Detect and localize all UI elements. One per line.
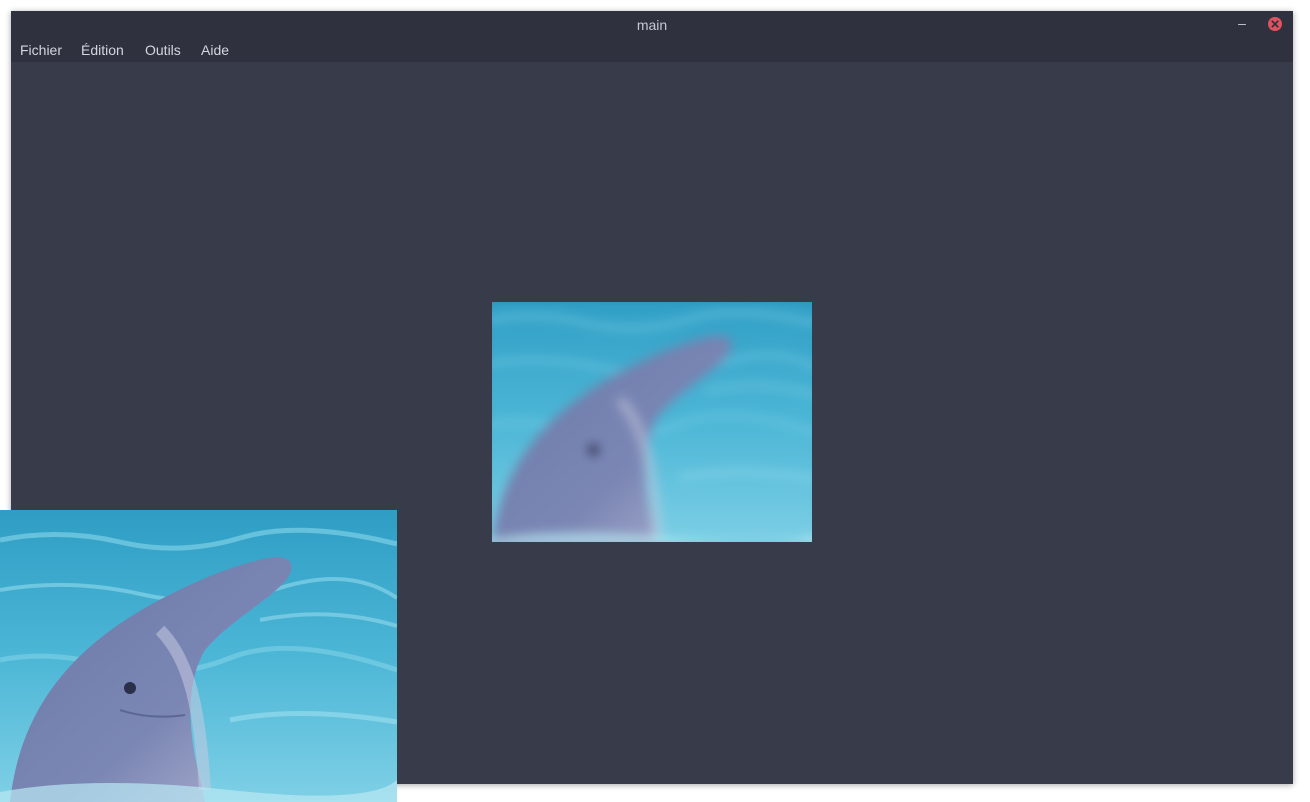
menu-fichier[interactable]: Fichier	[20, 39, 62, 62]
dolphin-image	[0, 510, 397, 802]
minimize-button[interactable]: –	[1232, 14, 1252, 34]
menu-outils[interactable]: Outils	[145, 39, 181, 62]
menu-aide[interactable]: Aide	[201, 39, 229, 62]
title-bar[interactable]: main –	[11, 11, 1293, 39]
close-icon	[1271, 20, 1279, 28]
window-title: main	[636, 17, 668, 33]
minimize-icon: –	[1238, 15, 1246, 31]
menu-bar: Fichier Édition Outils Aide	[11, 39, 1293, 62]
menu-edition[interactable]: Édition	[81, 39, 124, 62]
close-button[interactable]	[1268, 17, 1282, 31]
blurred-dolphin-image	[492, 302, 812, 542]
